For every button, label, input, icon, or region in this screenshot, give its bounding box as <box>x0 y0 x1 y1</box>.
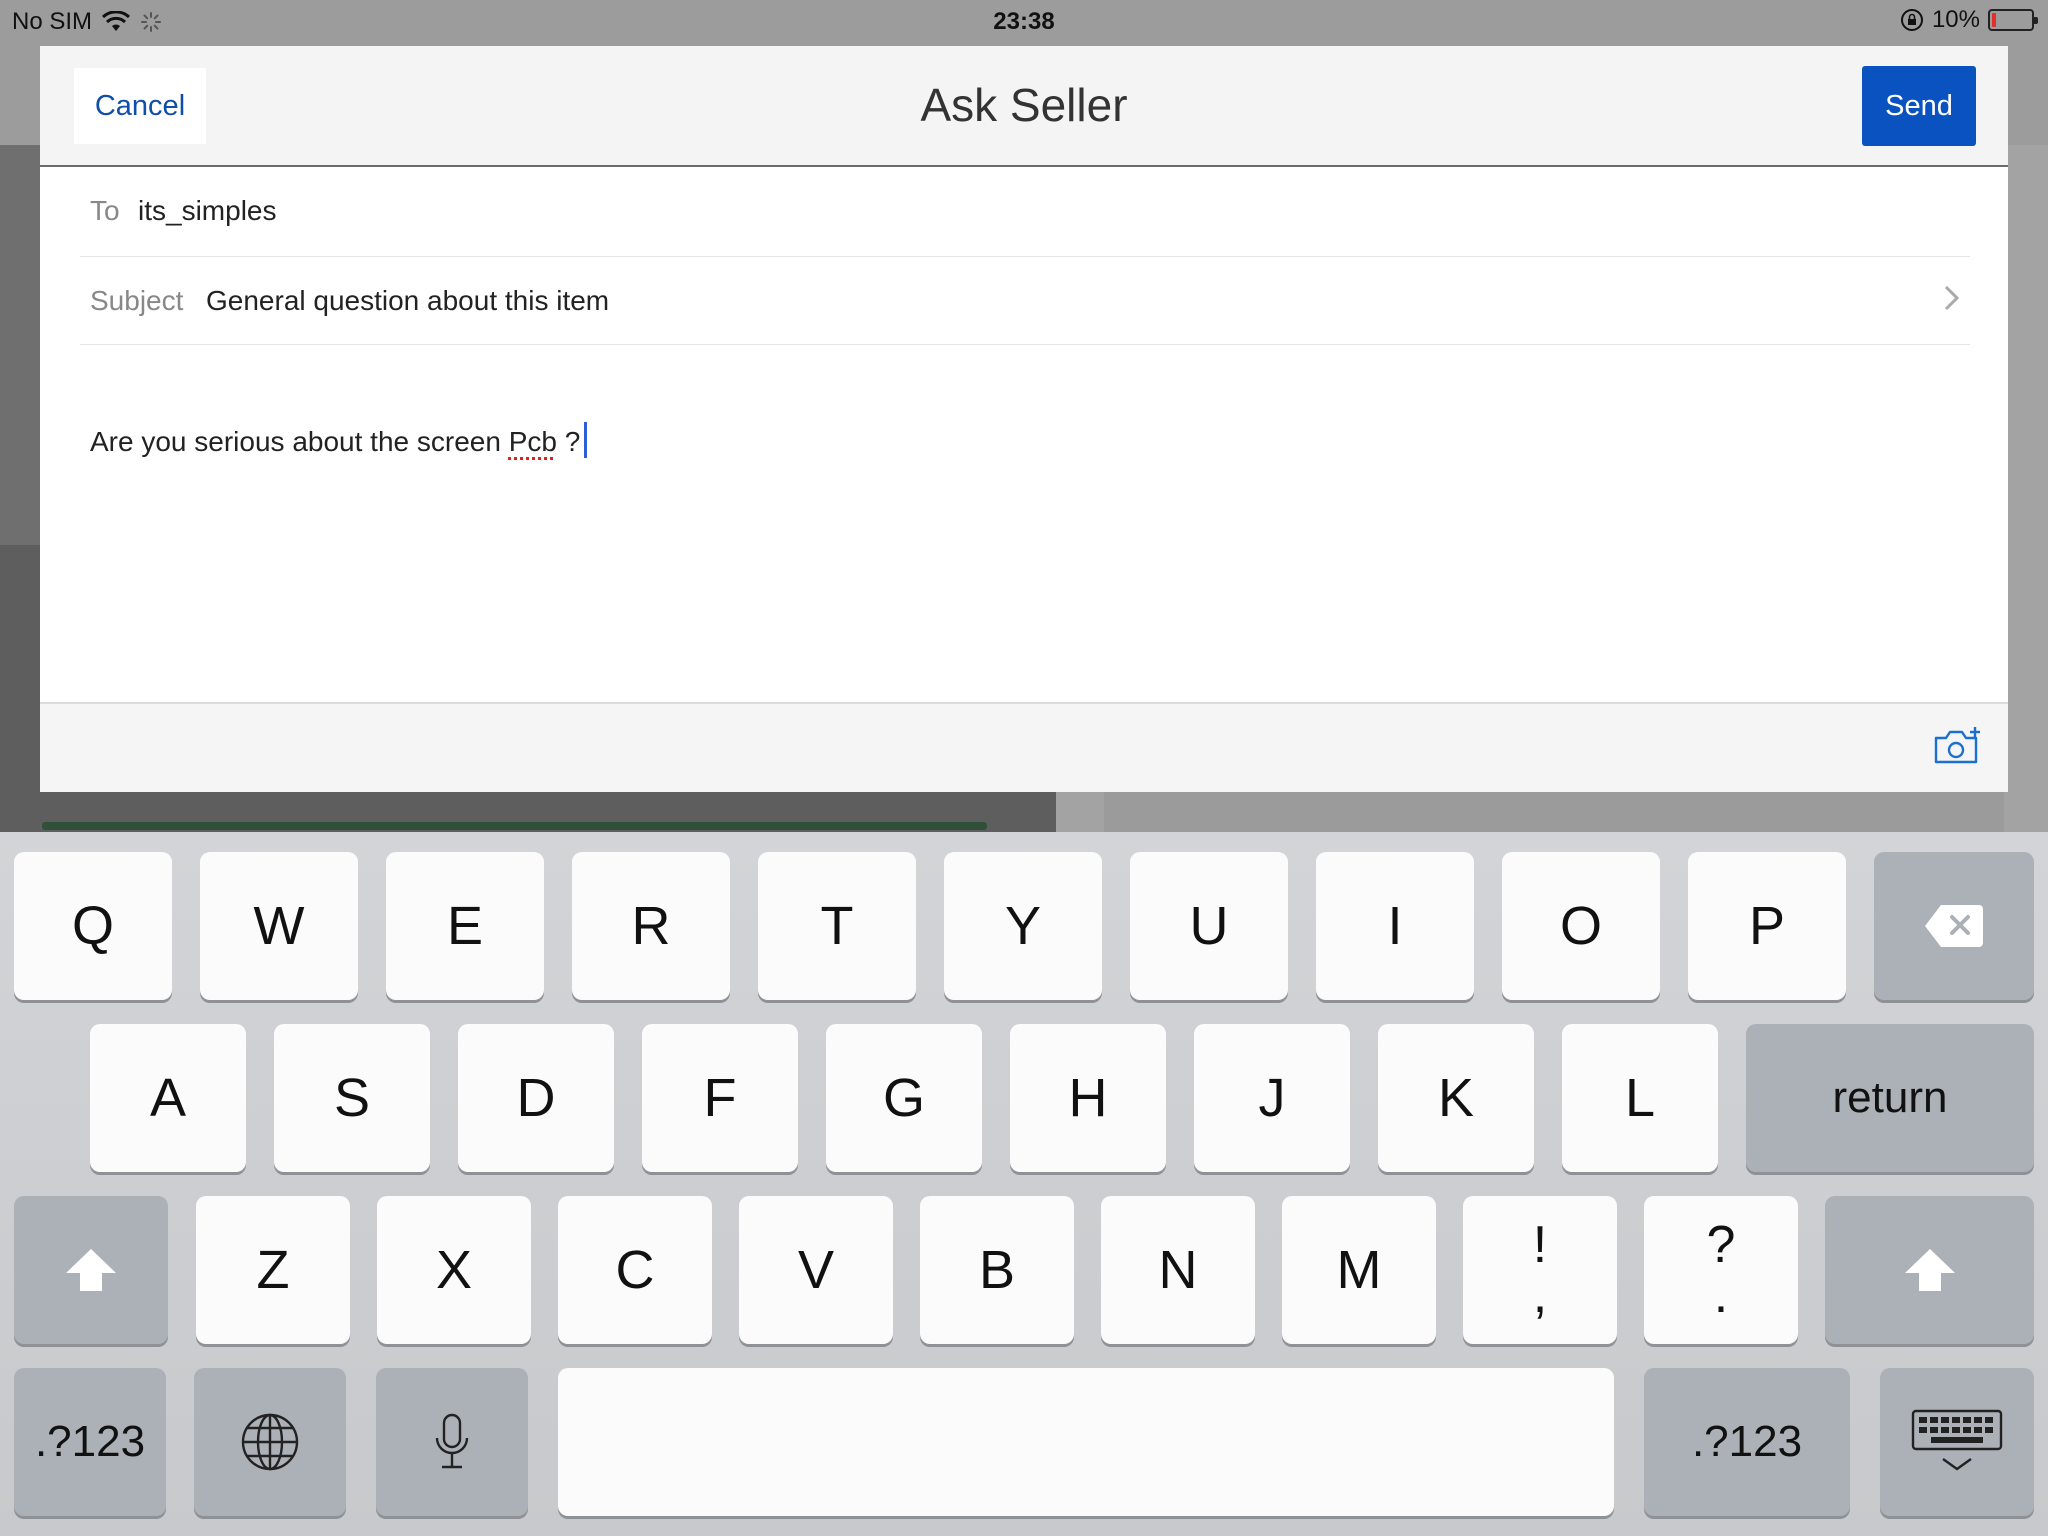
globe-key[interactable] <box>194 1368 346 1516</box>
numbers-key-right[interactable]: .?123 <box>1644 1368 1850 1516</box>
key-z[interactable]: Z <box>196 1196 350 1344</box>
key-n[interactable]: N <box>1101 1196 1255 1344</box>
key-a[interactable]: A <box>90 1024 246 1172</box>
background-strip <box>42 822 987 830</box>
key-c[interactable]: C <box>558 1196 712 1344</box>
text-cursor <box>584 422 588 458</box>
background-details-panel <box>1104 790 2004 835</box>
to-value: its_simples <box>138 195 277 226</box>
key-j[interactable]: J <box>1194 1024 1350 1172</box>
key-period-label: . <box>1713 1266 1729 1324</box>
key-r[interactable]: R <box>572 852 730 1000</box>
key-exclamation-label: ! <box>1532 1216 1548 1274</box>
chevron-right-icon <box>1944 285 1960 311</box>
key-p[interactable]: P <box>1688 852 1846 1000</box>
key-exclamation-comma[interactable]: ! , <box>1463 1196 1617 1344</box>
return-key[interactable]: return <box>1746 1024 2034 1172</box>
key-k[interactable]: K <box>1378 1024 1534 1172</box>
key-v[interactable]: V <box>739 1196 893 1344</box>
numbers-key-left[interactable]: .?123 <box>14 1368 166 1516</box>
message-text-end: ? <box>556 426 581 457</box>
key-question-period[interactable]: ? . <box>1644 1196 1798 1344</box>
key-f[interactable]: F <box>642 1024 798 1172</box>
space-bar[interactable] <box>558 1368 1614 1516</box>
key-m[interactable]: M <box>1282 1196 1436 1344</box>
key-x[interactable]: X <box>377 1196 531 1344</box>
shift-key-right[interactable] <box>1825 1196 2034 1344</box>
shift-icon <box>1904 1249 1955 1291</box>
page-title: Ask Seller <box>920 79 1128 131</box>
modal-header: Cancel Ask Seller Send <box>40 46 2008 167</box>
on-screen-keyboard: Q W E R T Y U I O P A S D F G H J K L re… <box>0 832 2048 1536</box>
to-field: To its_simples <box>80 167 1970 257</box>
battery-icon <box>1988 9 2038 31</box>
add-photo-camera-icon[interactable] <box>1932 724 1982 768</box>
key-s[interactable]: S <box>274 1024 430 1172</box>
shift-icon <box>66 1249 116 1291</box>
shift-key-left[interactable] <box>14 1196 168 1344</box>
key-l[interactable]: L <box>1562 1024 1718 1172</box>
subject-value: General question about this item <box>206 285 610 316</box>
key-e[interactable]: E <box>386 852 544 1000</box>
to-label: To <box>90 195 120 226</box>
key-i[interactable]: I <box>1316 852 1474 1000</box>
ask-seller-modal: Cancel Ask Seller Send To its_simples Su… <box>40 46 2008 792</box>
subject-field[interactable]: Subject General question about this item <box>80 257 1970 345</box>
rotation-lock-icon <box>1900 9 1923 31</box>
status-bar: No SIM 23:38 10% <box>0 0 2048 42</box>
microphone-icon <box>435 1413 469 1469</box>
key-b[interactable]: B <box>920 1196 1074 1344</box>
key-g[interactable]: G <box>826 1024 982 1172</box>
message-text: Are you serious about the screen <box>90 426 509 457</box>
dictation-key[interactable] <box>376 1368 528 1516</box>
subject-label: Subject <box>90 285 184 316</box>
key-h[interactable]: H <box>1010 1024 1166 1172</box>
key-d[interactable]: D <box>458 1024 614 1172</box>
modal-footer <box>40 702 2008 792</box>
misspelled-word[interactable]: Pcb <box>509 426 557 457</box>
globe-icon <box>241 1413 299 1471</box>
clock: 23:38 <box>993 8 1055 35</box>
send-button[interactable]: Send <box>1862 66 1976 146</box>
dismiss-keyboard-key[interactable] <box>1880 1368 2034 1516</box>
backspace-icon <box>1925 905 1983 947</box>
message-textarea[interactable]: Are you serious about the screen Pcb ? <box>90 422 588 458</box>
key-question-label: ? <box>1706 1216 1736 1274</box>
key-y[interactable]: Y <box>944 852 1102 1000</box>
key-q[interactable]: Q <box>14 852 172 1000</box>
battery-percent: 10% <box>1931 6 1980 33</box>
keyboard-dismiss-icon <box>1911 1409 2003 1471</box>
key-w[interactable]: W <box>200 852 358 1000</box>
key-t[interactable]: T <box>758 852 916 1000</box>
backspace-key[interactable] <box>1874 852 2034 1000</box>
key-u[interactable]: U <box>1130 852 1288 1000</box>
key-comma-label: , <box>1532 1266 1548 1324</box>
key-o[interactable]: O <box>1502 852 1660 1000</box>
